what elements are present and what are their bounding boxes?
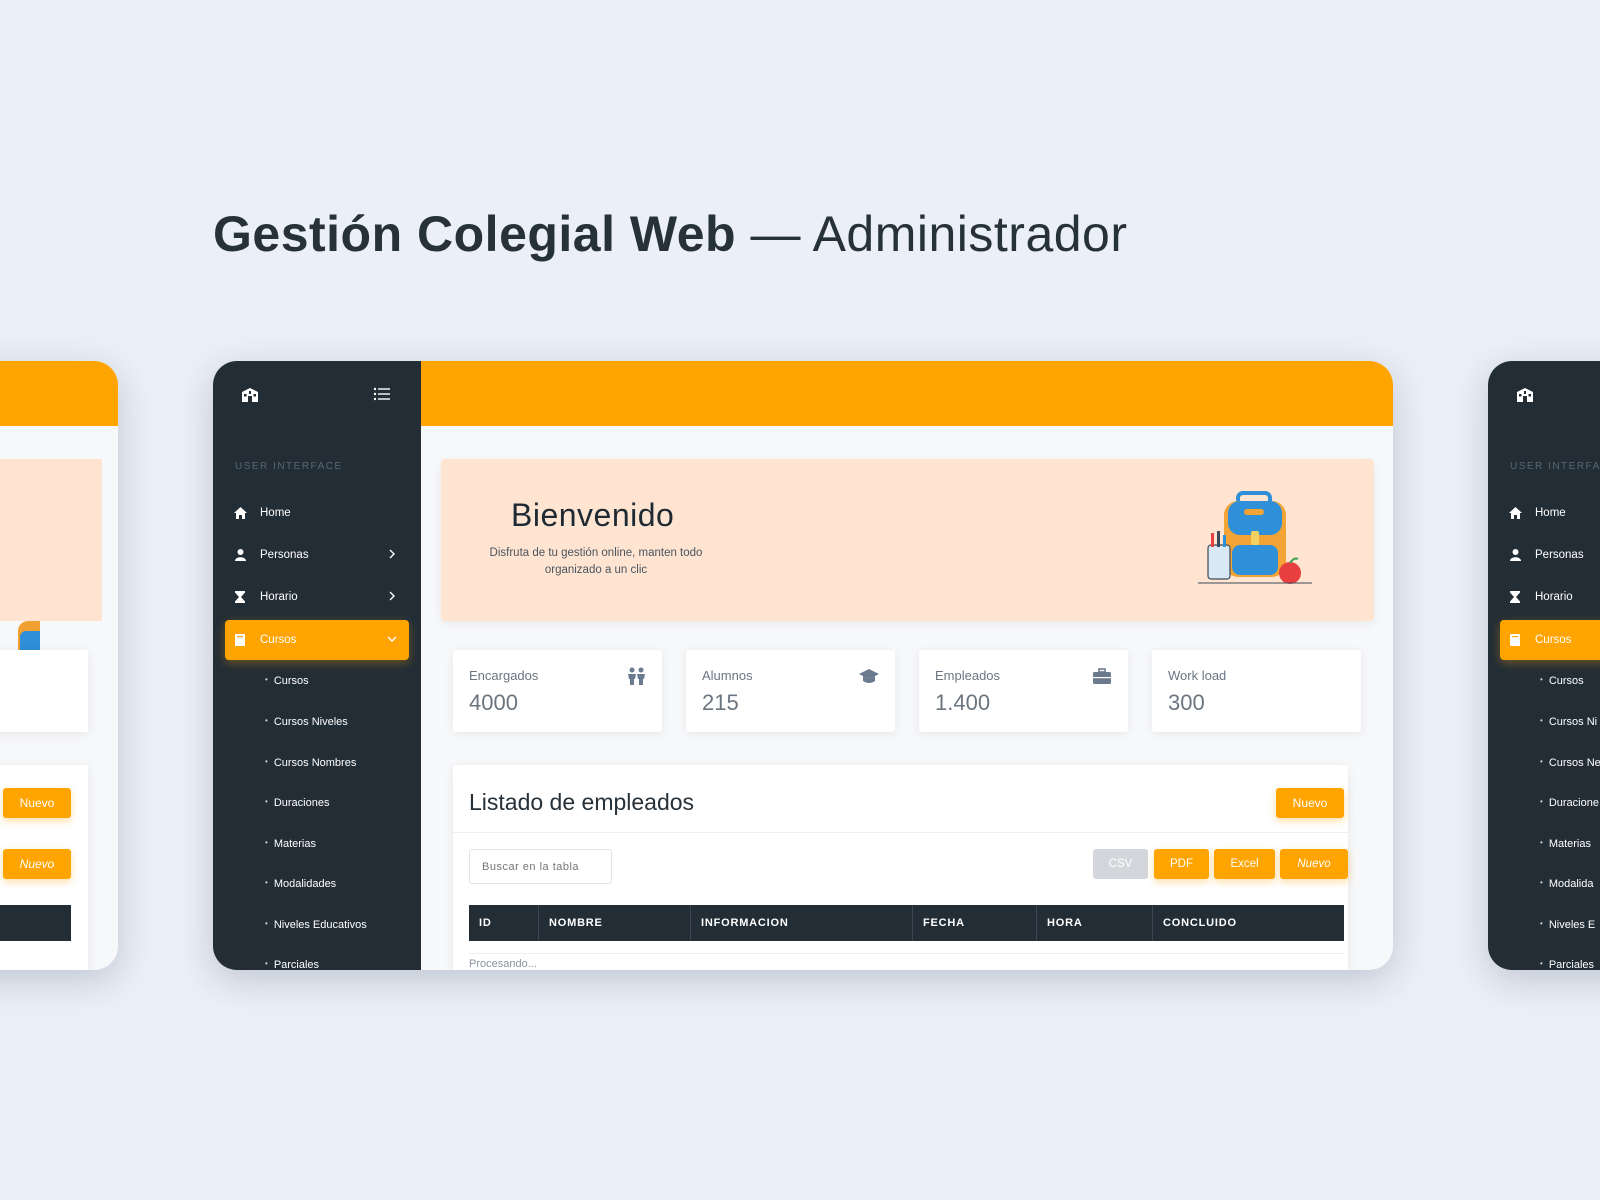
sidebar-subitem-cursos-nombres[interactable]: Cursos Nombres xyxy=(265,757,357,769)
export-csv-button[interactable]: CSV xyxy=(1093,849,1148,879)
column-header-id[interactable]: ID xyxy=(469,905,539,941)
column-header-nombre[interactable]: NOMBRE xyxy=(539,905,691,941)
stat-label: Empleados xyxy=(935,668,1001,683)
employees-title: Listado de empleados xyxy=(469,789,695,815)
left-preview-stat-card xyxy=(0,650,88,732)
left-preview-table-header xyxy=(0,905,71,941)
main-app-window: USER INTERFACE Home Personas Horario Cur… xyxy=(213,361,1393,970)
new-record-button[interactable]: Nuevo xyxy=(1280,849,1348,879)
book-icon xyxy=(233,633,247,647)
sidebar-item-label: Home xyxy=(1535,507,1566,519)
user-icon xyxy=(233,548,247,562)
sidebar: USER INTERFACE Home Personas Horario Cur… xyxy=(213,361,421,970)
table-search-input[interactable] xyxy=(469,849,612,884)
sidebar-item-home[interactable]: Home xyxy=(225,493,409,533)
sidebar-subitem-materias[interactable]: Materias xyxy=(265,838,316,850)
stat-label: Encargados xyxy=(469,668,539,683)
sidebar-section-title: USER INTERFAC xyxy=(1510,461,1600,472)
stat-value: 215 xyxy=(702,690,739,715)
table-header: ID NOMBRE INFORMACION FECHA HORA CONCLUI… xyxy=(469,905,1344,941)
stat-label: Work load xyxy=(1168,668,1227,683)
right-preview-window: USER INTERFAC Home Personas Horario Curs… xyxy=(1488,361,1600,970)
sidebar-subitem-parciales[interactable]: Parciales xyxy=(265,959,319,970)
sidebar-item-label: Home xyxy=(260,507,291,519)
parents-icon xyxy=(628,667,645,685)
sidebar-item-label: Horario xyxy=(1535,591,1573,603)
sidebar-subitem[interactable]: Niveles E xyxy=(1540,919,1595,931)
stat-card-work-load: Work load 300 xyxy=(1152,650,1361,732)
sidebar-item-label: Cursos xyxy=(260,634,297,646)
left-preview-window: Nuevo Nuevo xyxy=(0,361,118,970)
sidebar-item-label: Personas xyxy=(260,549,309,561)
column-header-fecha[interactable]: FECHA xyxy=(913,905,1037,941)
welcome-title: Bienvenido xyxy=(511,497,675,533)
sidebar-item-label: Horario xyxy=(260,591,298,603)
chevron-right-icon xyxy=(389,591,395,601)
left-preview-welcome-banner xyxy=(0,459,102,677)
sidebar-item-cursos[interactable]: Cursos xyxy=(225,620,409,660)
sidebar-subitem[interactable]: Cursos xyxy=(1540,675,1584,687)
left-preview-topbar xyxy=(0,361,118,426)
stat-value: 4000 xyxy=(469,690,518,715)
sidebar-item-label: Personas xyxy=(1535,549,1584,561)
chevron-right-icon xyxy=(389,549,395,559)
user-icon xyxy=(1508,548,1522,562)
sidebar-item-cursos[interactable]: Cursos xyxy=(1500,620,1600,660)
right-preview-sidebar: USER INTERFAC Home Personas Horario Curs… xyxy=(1488,361,1600,970)
welcome-banner: Bienvenido Disfruta de tu gestión online… xyxy=(441,459,1374,621)
menu-toggle-icon[interactable] xyxy=(373,385,391,403)
page-headline: Gestión Colegial Web — Administrador xyxy=(213,205,1128,263)
sidebar-subitem[interactable]: Materias xyxy=(1540,838,1591,850)
sidebar-subitem[interactable]: Cursos Ni xyxy=(1540,716,1597,728)
sidebar-item-personas[interactable]: Personas xyxy=(225,535,409,575)
stat-card-empleados: Empleados 1.400 xyxy=(919,650,1128,732)
school-logo-icon[interactable] xyxy=(1516,387,1534,403)
book-icon xyxy=(1508,633,1522,647)
employees-card: Listado de empleados Nuevo CSV PDF Excel… xyxy=(453,765,1348,970)
sidebar-item-horario[interactable]: Horario xyxy=(1500,577,1600,617)
divider xyxy=(453,832,1348,833)
top-bar xyxy=(421,361,1393,426)
hourglass-icon xyxy=(1508,590,1522,604)
column-header-informacion[interactable]: INFORMACION xyxy=(691,905,913,941)
sidebar-subitem[interactable]: Cursos Ne xyxy=(1540,757,1600,769)
hourglass-icon xyxy=(233,590,247,604)
sidebar-subitem-niveles-educativos[interactable]: Niveles Educativos xyxy=(265,919,367,931)
welcome-subtitle: Disfruta de tu gestión online, manten to… xyxy=(489,547,703,576)
stat-card-encargados: Encargados 4000 xyxy=(453,650,662,732)
column-header-concluido[interactable]: CONCLUIDO xyxy=(1153,905,1344,941)
export-excel-button[interactable]: Excel xyxy=(1214,849,1275,879)
chevron-down-icon xyxy=(387,636,397,642)
new-employee-button[interactable]: Nuevo xyxy=(1276,788,1344,818)
school-logo-icon[interactable] xyxy=(241,387,259,403)
left-preview-new-button[interactable]: Nuevo xyxy=(3,788,71,818)
table-processing-text: Procesando... xyxy=(469,953,1344,970)
sidebar-item-label: Cursos xyxy=(1535,634,1572,646)
backpack-illustration xyxy=(1198,491,1312,584)
home-icon xyxy=(233,506,247,520)
sidebar-item-horario[interactable]: Horario xyxy=(225,577,409,617)
stat-value: 300 xyxy=(1168,690,1205,715)
home-icon xyxy=(1508,506,1522,520)
sidebar-item-home[interactable]: Home xyxy=(1500,493,1600,533)
graduation-cap-icon xyxy=(859,669,879,683)
sidebar-subitem[interactable]: Duracione xyxy=(1540,797,1599,809)
column-header-hora[interactable]: HORA xyxy=(1037,905,1153,941)
sidebar-subitem-duraciones[interactable]: Duraciones xyxy=(265,797,330,809)
stat-label: Alumnos xyxy=(702,668,753,683)
sidebar-subitem[interactable]: Parciales xyxy=(1540,959,1594,970)
sidebar-subitem-cursos-niveles[interactable]: Cursos Niveles xyxy=(265,716,348,728)
sidebar-item-personas[interactable]: Personas xyxy=(1500,535,1600,575)
headline-app-name: Gestión Colegial Web xyxy=(213,206,737,262)
stat-value: 1.400 xyxy=(935,690,991,715)
sidebar-subitem[interactable]: Modalida xyxy=(1540,878,1594,890)
sidebar-subitem-modalidades[interactable]: Modalidades xyxy=(265,878,336,890)
export-pdf-button[interactable]: PDF xyxy=(1154,849,1209,879)
headline-role: — Administrador xyxy=(736,206,1128,262)
briefcase-icon xyxy=(1093,668,1111,684)
sidebar-section-title: USER INTERFACE xyxy=(235,461,343,472)
stat-card-alumnos: Alumnos 215 xyxy=(686,650,895,732)
sidebar-subitem-cursos[interactable]: Cursos xyxy=(265,675,309,687)
left-preview-new-export-button[interactable]: Nuevo xyxy=(3,849,71,879)
